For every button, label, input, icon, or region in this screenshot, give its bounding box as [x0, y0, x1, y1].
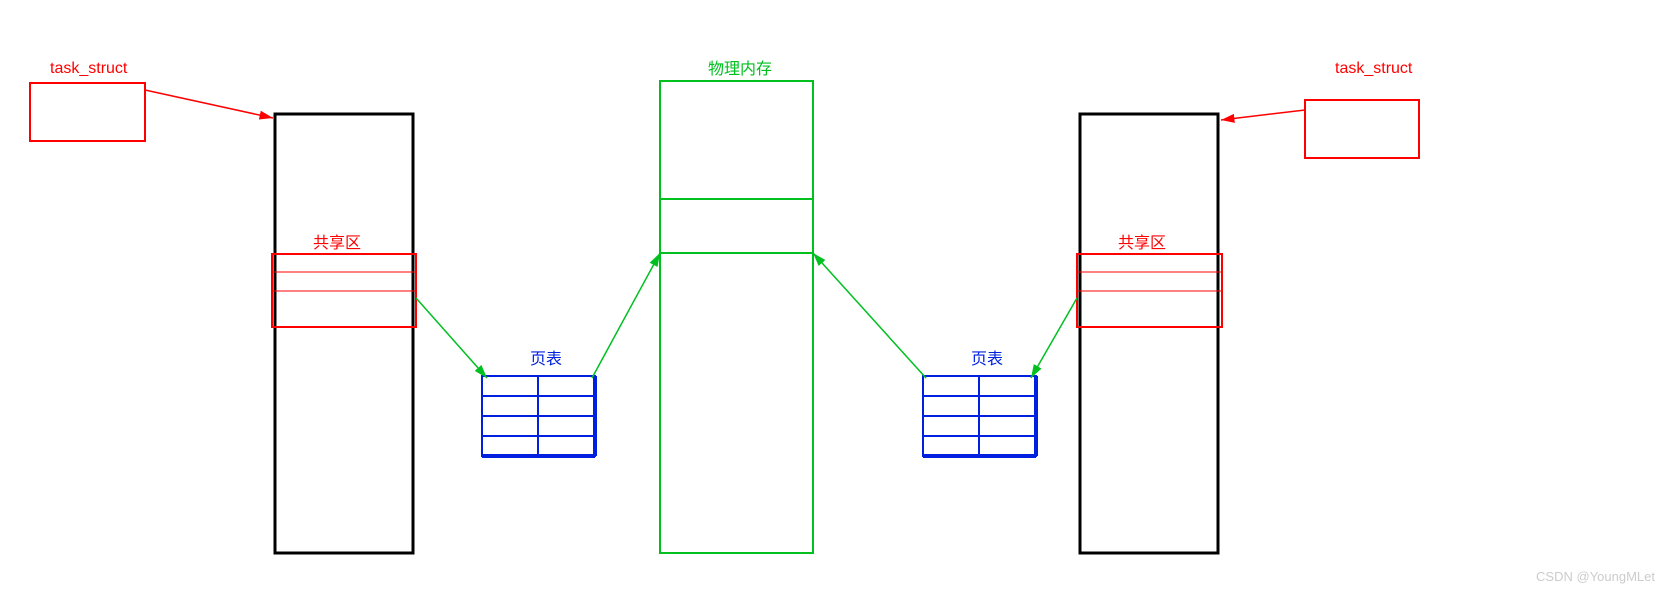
physical-shared-block — [660, 199, 813, 253]
diagram-svg — [0, 0, 1675, 594]
arrow-task-to-vaddr-left — [145, 90, 273, 118]
arrow-task-to-vaddr-right — [1221, 110, 1305, 120]
physical-memory-box — [660, 81, 813, 553]
task-struct-left-box — [30, 83, 145, 141]
shared-region-right-box — [1077, 254, 1222, 327]
task-struct-right-box — [1305, 100, 1419, 158]
arrow-shared-to-pt-right — [1031, 298, 1077, 378]
vaddr-space-right — [1080, 114, 1218, 553]
page-table-right — [923, 376, 1036, 456]
page-table-left — [482, 376, 595, 456]
vaddr-space-left — [275, 114, 413, 553]
shared-region-left-box — [272, 254, 416, 327]
arrow-pt-to-phys-right — [813, 253, 926, 378]
arrow-shared-to-pt-left — [416, 298, 487, 378]
arrow-pt-to-phys-left — [592, 253, 660, 378]
